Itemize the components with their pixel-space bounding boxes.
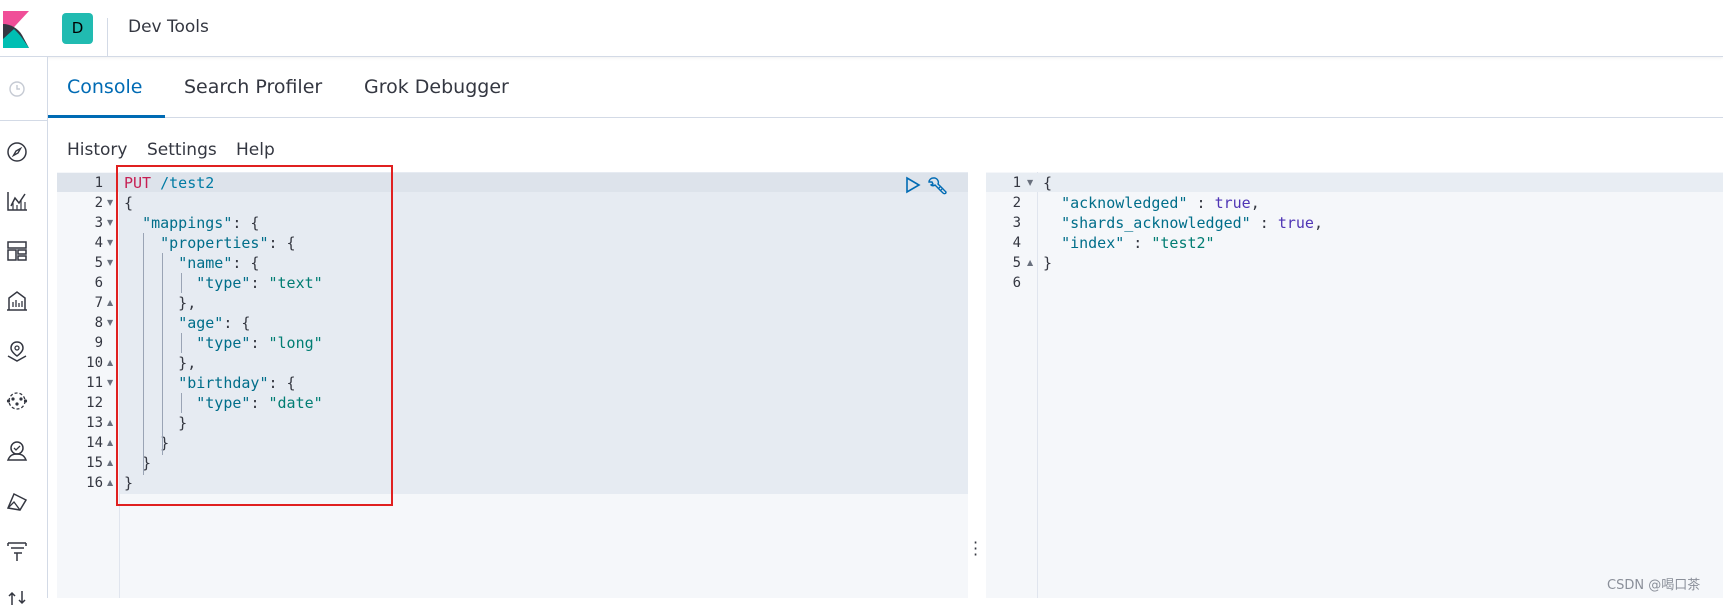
ml-icon[interactable]: [4, 388, 30, 414]
devtools-tabs: Console Search Profiler Grok Debugger: [48, 57, 1723, 118]
request-line-number: 4: [94, 235, 103, 251]
nav-divider: [0, 120, 48, 121]
response-code-line[interactable]: "acknowledged" : true,: [1043, 193, 1260, 213]
fold-open-icon[interactable]: ▼: [1027, 173, 1033, 193]
menu-help[interactable]: Help: [236, 140, 275, 160]
fold-close-icon[interactable]: ▲: [107, 453, 113, 473]
response-code-line[interactable]: {: [1043, 173, 1052, 193]
response-line-number: 5: [1012, 255, 1021, 271]
request-line-number: 12: [86, 395, 103, 411]
dashboard-icon[interactable]: [4, 238, 30, 264]
tab-console[interactable]: Console: [67, 76, 142, 98]
header-divider: [107, 18, 108, 56]
uptime-icon[interactable]: [4, 585, 30, 611]
request-line-number: 10: [86, 355, 103, 371]
top-header: D Dev Tools: [0, 0, 1723, 57]
canvas-icon[interactable]: [4, 288, 30, 314]
visualize-icon[interactable]: [4, 188, 30, 214]
request-line-number: 14: [86, 435, 103, 451]
response-line-number: 6: [1012, 275, 1021, 291]
request-line-number: 13: [86, 415, 103, 431]
response-line-number: 4: [1012, 235, 1021, 251]
kibana-logo-icon[interactable]: [0, 8, 34, 48]
response-active-line: [986, 173, 1723, 192]
watermark: CSDN @喝口茶: [1607, 578, 1701, 593]
request-line-number: 15: [86, 455, 103, 471]
response-line-number: 1: [1012, 175, 1021, 191]
fold-open-icon[interactable]: ▼: [107, 313, 113, 333]
request-line-number: 11: [86, 375, 103, 391]
fold-open-icon[interactable]: ▼: [107, 213, 113, 233]
maps-icon[interactable]: [4, 338, 30, 364]
fold-open-icon[interactable]: ▼: [107, 193, 113, 213]
compass-icon[interactable]: [4, 139, 30, 165]
fold-open-icon[interactable]: ▼: [107, 233, 113, 253]
menu-history[interactable]: History: [67, 140, 127, 160]
annotation-box: [116, 165, 393, 506]
left-nav: [0, 57, 48, 605]
request-line-number: 3: [94, 215, 103, 231]
fold-close-icon[interactable]: ▲: [107, 293, 113, 313]
clock-icon[interactable]: [4, 76, 30, 102]
tab-search-profiler[interactable]: Search Profiler: [184, 76, 322, 98]
response-line-number: 2: [1012, 195, 1021, 211]
request-line-number: 6: [94, 275, 103, 291]
request-line-number: 5: [94, 255, 103, 271]
request-line-number: 16: [86, 475, 103, 491]
app-title: Dev Tools: [128, 17, 209, 37]
request-editor-empty-area[interactable]: [120, 494, 968, 598]
response-code-line[interactable]: "index" : "test2": [1043, 233, 1215, 253]
fold-close-icon[interactable]: ▲: [107, 353, 113, 373]
fold-close-icon[interactable]: ▲: [1027, 253, 1033, 273]
response-line-number: 3: [1012, 215, 1021, 231]
apm-icon[interactable]: [4, 538, 30, 564]
fold-close-icon[interactable]: ▲: [107, 433, 113, 453]
request-line-number: 7: [94, 295, 103, 311]
request-line-number: 1: [94, 175, 103, 191]
fold-close-icon[interactable]: ▲: [107, 413, 113, 433]
active-tab-indicator: [48, 115, 165, 118]
request-line-number: 2: [94, 195, 103, 211]
space-avatar[interactable]: D: [62, 13, 93, 44]
wrench-icon[interactable]: [927, 175, 949, 197]
request-line-number: 8: [94, 315, 103, 331]
logs-icon[interactable]: [4, 488, 30, 514]
menu-settings[interactable]: Settings: [147, 140, 217, 160]
resizer-handle-icon[interactable]: · · ·: [973, 535, 978, 563]
request-line-number: 9: [94, 335, 103, 351]
fold-close-icon[interactable]: ▲: [107, 473, 113, 493]
fold-open-icon[interactable]: ▼: [107, 253, 113, 273]
fold-open-icon[interactable]: ▼: [107, 373, 113, 393]
response-code-line[interactable]: }: [1043, 253, 1052, 273]
play-icon[interactable]: [905, 176, 921, 194]
response-code-line[interactable]: "shards_acknowledged" : true,: [1043, 213, 1323, 233]
tab-grok-debugger[interactable]: Grok Debugger: [364, 76, 509, 98]
infrastructure-icon[interactable]: [4, 438, 30, 464]
